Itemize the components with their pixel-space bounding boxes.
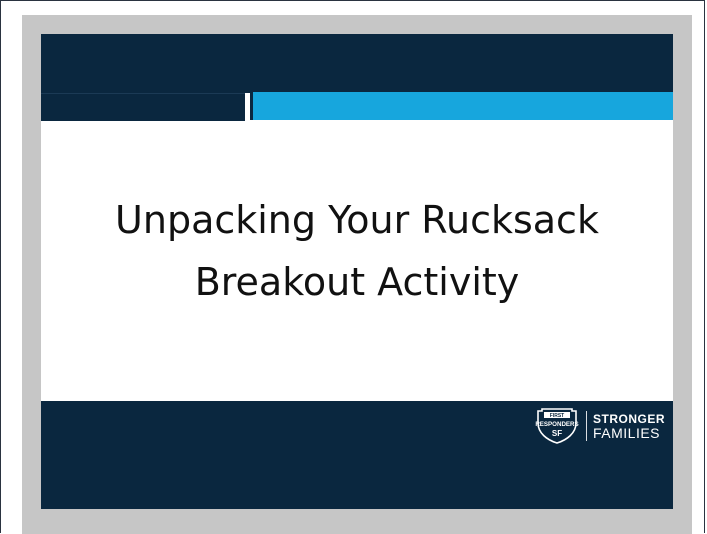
slide-title-line-1: Unpacking Your Rucksack xyxy=(115,198,599,242)
header-stripe-dark xyxy=(41,93,245,121)
badge-top-text: FIRST xyxy=(550,413,564,419)
slide-title-line-2: Breakout Activity xyxy=(194,260,520,304)
slide: Unpacking Your Rucksack Breakout Activit… xyxy=(41,34,673,509)
first-responders-stronger-families-logo: FIRST RESPONDERS SF STRONGER FAMILIES xyxy=(534,407,665,445)
logo-wordmark: STRONGER FAMILIES xyxy=(593,412,665,440)
slide-title: Unpacking Your Rucksack Breakout Activit… xyxy=(41,189,673,313)
footer-band: FIRST RESPONDERS SF STRONGER FAMILIES xyxy=(41,401,673,509)
header-stripe-accent xyxy=(251,92,673,120)
badge-middle-text: RESPONDERS xyxy=(535,421,578,428)
logo-divider xyxy=(585,411,587,441)
shield-icon: FIRST RESPONDERS SF xyxy=(535,408,579,444)
badge-bottom-text: SF xyxy=(552,429,562,438)
logo-brand-line-2: FAMILIES xyxy=(592,425,661,441)
logo-brand-line-1: STRONGER xyxy=(592,412,665,426)
header-stripe-gap xyxy=(245,93,250,120)
window-frame: Unpacking Your Rucksack Breakout Activit… xyxy=(0,0,705,534)
